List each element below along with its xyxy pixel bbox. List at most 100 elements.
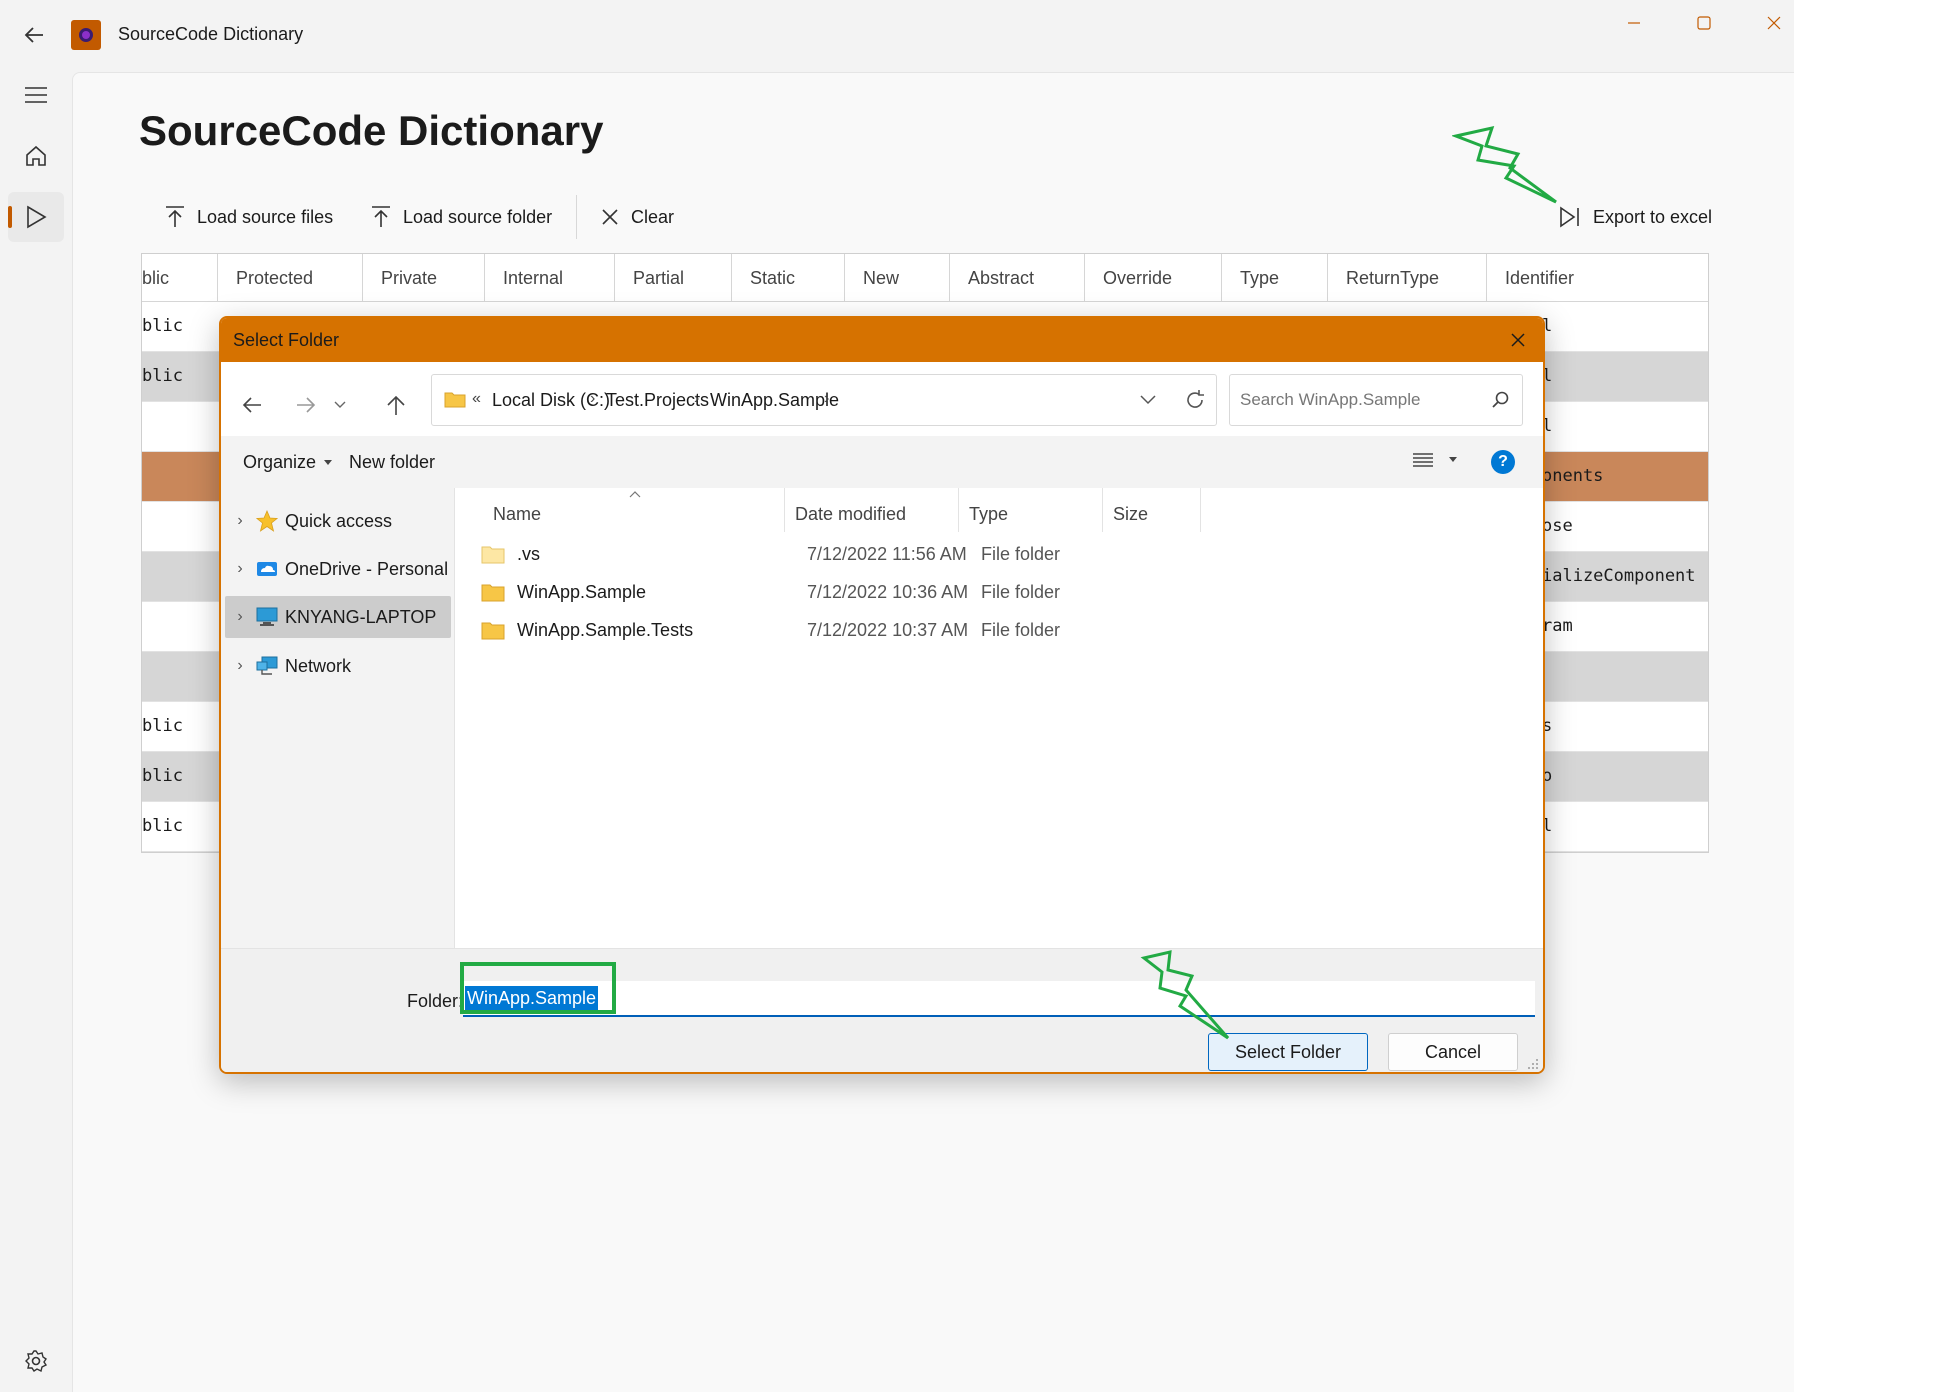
organize-menu[interactable]: Organize: [243, 452, 333, 473]
recent-locations-button[interactable]: [329, 388, 351, 422]
search-box[interactable]: [1229, 374, 1523, 426]
organize-label: Organize: [243, 452, 317, 472]
chevron-right-icon[interactable]: ›: [225, 608, 255, 626]
breadcrumb-separator: ›: [590, 390, 596, 407]
column-header-static[interactable]: Static: [732, 254, 845, 302]
tree-item-quick-access[interactable]: › Quick access: [225, 500, 451, 542]
gear-icon: [25, 1350, 48, 1373]
minimize-button[interactable]: [1614, 8, 1654, 38]
back-button[interactable]: [14, 18, 54, 52]
chevron-right-icon[interactable]: ›: [225, 512, 255, 530]
column-header-returntype[interactable]: ReturnType: [1328, 254, 1487, 302]
tree-item-label: Network: [285, 655, 352, 676]
load-source-files-label: Load source files: [197, 206, 334, 227]
folder-icon: [481, 584, 505, 602]
tree-item-network[interactable]: › Network: [225, 645, 451, 687]
onedrive-icon: [257, 562, 277, 576]
chevron-right-icon[interactable]: ›: [225, 560, 255, 578]
hamburger-menu-button[interactable]: [8, 70, 64, 120]
dialog-footer: Folder: WinApp.Sample Select Folder Canc…: [221, 948, 1543, 1072]
folder-name-input[interactable]: WinApp.Sample: [463, 981, 1535, 1017]
column-header-name[interactable]: Name: [457, 488, 785, 532]
refresh-icon[interactable]: [1184, 389, 1206, 411]
column-header-protected[interactable]: Protected: [218, 254, 363, 302]
chevron-down-icon[interactable]: [1140, 395, 1156, 405]
address-bar[interactable]: « Local Disk (C:) › Test.Projects › WinA…: [431, 374, 1217, 426]
cell-public: blic: [142, 816, 183, 836]
column-header-size[interactable]: Size: [1103, 488, 1201, 532]
cell-identifier: ializeComponent: [1542, 566, 1696, 586]
cell-identifier: ose: [1542, 516, 1573, 536]
file-type: File folder: [981, 544, 1061, 564]
dialog-close-button[interactable]: [1503, 326, 1533, 354]
folder-icon: [481, 622, 505, 640]
close-icon: [1767, 16, 1781, 30]
column-header-identifier[interactable]: Identifier: [1487, 254, 1708, 302]
clear-label: Clear: [631, 206, 675, 227]
clear-button[interactable]: Clear: [601, 197, 674, 237]
resize-grip-icon[interactable]: [1527, 1058, 1539, 1070]
file-list: Name Date modified Type Size .vs 7/12/20…: [457, 488, 1543, 948]
dialog-title: Select Folder: [233, 330, 340, 350]
nav-settings[interactable]: [8, 1336, 64, 1386]
back-arrow-icon: [242, 397, 261, 413]
load-source-folder-button[interactable]: Load source folder: [371, 197, 552, 237]
column-header-date-modified[interactable]: Date modified: [785, 488, 959, 532]
folder-icon: [481, 546, 505, 564]
caret-down-icon: [324, 459, 333, 465]
maximize-icon: [1697, 16, 1711, 30]
help-icon[interactable]: ?: [1491, 450, 1515, 474]
breadcrumb-overflow[interactable]: «: [472, 390, 481, 408]
back-arrow-icon: [24, 27, 43, 43]
folder-label: Folder:: [407, 991, 464, 1011]
file-date: 7/12/2022 10:37 AM: [807, 620, 969, 640]
cell-public: blic: [142, 316, 183, 336]
tree-item-onedrive[interactable]: › OneDrive - Personal: [225, 548, 451, 590]
command-separator: [576, 195, 577, 239]
page-title: SourceCode Dictionary: [139, 107, 604, 154]
search-icon: [1492, 391, 1509, 408]
nav-run[interactable]: [8, 192, 64, 242]
back-button[interactable]: [235, 388, 269, 422]
list-item[interactable]: WinApp.Sample.Tests 7/12/2022 10:37 AM F…: [457, 608, 1543, 654]
caret-down-icon: [1449, 457, 1457, 462]
column-header-new[interactable]: New: [845, 254, 950, 302]
export-to-excel-button[interactable]: Export to excel: [1559, 197, 1712, 237]
home-icon: [26, 145, 46, 166]
upload-icon: [166, 206, 184, 227]
cancel-button[interactable]: Cancel: [1388, 1033, 1518, 1071]
forward-button[interactable]: [289, 388, 323, 422]
search-input[interactable]: [1230, 375, 1480, 425]
column-name-label: Name: [493, 504, 542, 524]
select-folder-dialog: Select Folder « Local Disk (C:) › Test.P…: [219, 316, 1545, 1074]
column-header-public[interactable]: blic: [142, 254, 218, 302]
column-header-type[interactable]: Type: [1222, 254, 1328, 302]
new-folder-button[interactable]: New folder: [349, 452, 435, 473]
tree-item-this-pc[interactable]: › KNYANG-LAPTOP: [225, 596, 451, 638]
chevron-right-icon[interactable]: ›: [225, 657, 255, 675]
cell-identifier: ram: [1542, 616, 1573, 636]
file-name: .vs: [517, 544, 541, 564]
column-header-override[interactable]: Override: [1085, 254, 1222, 302]
column-header-internal[interactable]: Internal: [485, 254, 615, 302]
column-header-partial[interactable]: Partial: [615, 254, 732, 302]
upload-icon: [372, 206, 390, 227]
up-arrow-icon: [387, 395, 405, 415]
file-date: 7/12/2022 11:56 AM: [807, 544, 967, 564]
column-header-abstract[interactable]: Abstract: [950, 254, 1085, 302]
column-header-type[interactable]: Type: [959, 488, 1103, 532]
maximize-button[interactable]: [1684, 8, 1724, 38]
play-icon: [27, 205, 47, 229]
breadcrumb-winapp-sample[interactable]: WinApp.Sample: [710, 390, 839, 411]
breadcrumb-separator: ›: [824, 390, 830, 407]
close-window-button[interactable]: [1754, 8, 1794, 38]
nav-home[interactable]: [8, 131, 64, 181]
view-options-button[interactable]: [1413, 452, 1457, 468]
load-source-files-button[interactable]: Load source files: [165, 197, 333, 237]
sort-ascending-icon: [629, 491, 641, 498]
selection-indicator: [8, 206, 12, 228]
up-button[interactable]: [379, 388, 413, 422]
hamburger-icon: [25, 87, 47, 103]
close-icon: [602, 209, 618, 225]
column-header-private[interactable]: Private: [363, 254, 485, 302]
